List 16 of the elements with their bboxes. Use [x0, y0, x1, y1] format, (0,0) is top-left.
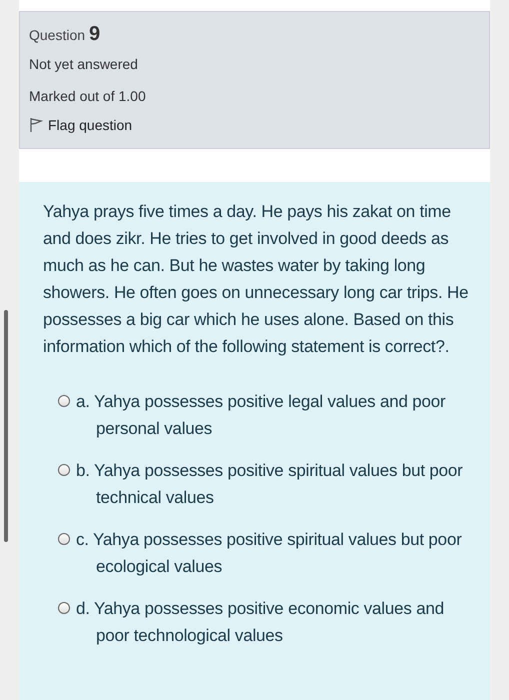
radio-button[interactable] — [58, 464, 70, 476]
radio-button[interactable] — [58, 602, 70, 614]
answer-option[interactable]: b. Yahya possesses positive spiritual values but poor technical values — [76, 457, 470, 511]
scrollbar[interactable] — [4, 310, 8, 542]
flag-icon[interactable] — [29, 117, 43, 133]
answer-status: Not yet answered — [29, 55, 139, 74]
flag-question-link[interactable]: Flag question — [48, 117, 132, 133]
answer-option[interactable]: c. Yahya possesses positive spiritual values but poor ecological values — [76, 526, 470, 580]
question-number: 9 — [89, 23, 100, 46]
question-text: Yahya prays five times a day. He pays his zakat on time and does zikr. He tries to get involved in good deeds as much as he can. But he wastes water by taking long showers. He often goes on unnecessary long car trips. He possesses a big car which he uses alone. Based on this information which of the following statement is correct?. — [43, 201, 470, 358]
radio-button[interactable] — [58, 533, 70, 545]
question-label: Question — [29, 27, 86, 43]
radio-button[interactable] — [58, 395, 70, 407]
marks-text: Marked out of 1.00 — [29, 87, 147, 106]
answer-option[interactable]: a. Yahya possesses positive legal values and poor personal values — [76, 388, 470, 442]
answer-option[interactable]: d. Yahya possesses positive economic values and poor technological values — [76, 595, 470, 649]
